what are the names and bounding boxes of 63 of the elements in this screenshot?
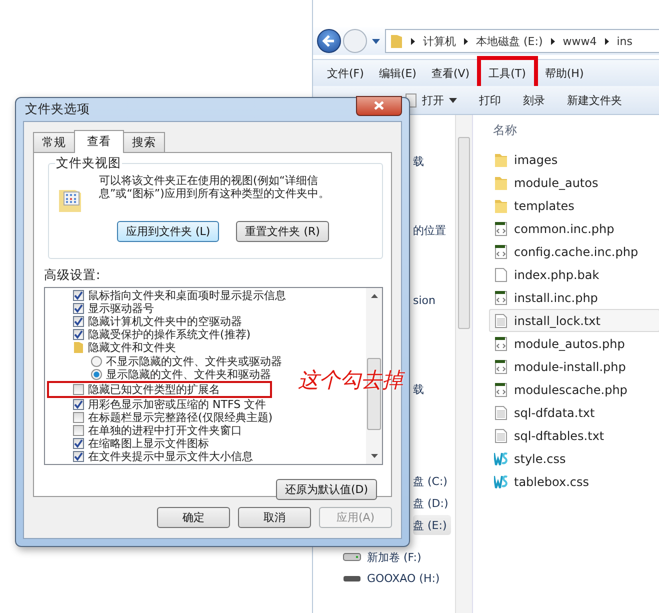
setting-label: 隐藏受保护的操作系统文件(推荐): [88, 327, 251, 342]
nav-item[interactable]: 盘 (D:): [413, 493, 452, 513]
toolbar-button[interactable]: 刻录: [523, 92, 545, 108]
nav-item[interactable]: 新加卷 (F:): [343, 547, 426, 567]
dialog-button[interactable]: 确定: [157, 507, 230, 528]
toolbar-button[interactable]: 打印: [479, 92, 501, 108]
group-title: 文件夹视图: [55, 155, 122, 172]
dialog-button[interactable]: 取消: [238, 507, 311, 528]
tab[interactable]: 查看: [74, 130, 124, 153]
column-header[interactable]: 名称: [489, 115, 659, 148]
file-row[interactable]: common.inc.php: [489, 217, 659, 240]
menu-item[interactable]: 编辑(E): [378, 64, 416, 82]
file-row[interactable]: tablebox.css: [489, 470, 659, 493]
toolbar-button[interactable]: 新建文件夹: [567, 92, 622, 108]
breadcrumb-item[interactable]: 本地磁盘 (E:): [476, 34, 543, 48]
file-row[interactable]: index.php.bak: [489, 263, 659, 286]
file-row[interactable]: sql-dftables.txt: [489, 424, 659, 447]
annotation-text: 这个勾去掉: [298, 367, 403, 394]
file-row[interactable]: config.cache.inc.php: [489, 240, 659, 263]
setting-label: 不显示隐藏的文件、文件夹或驱动器: [106, 354, 282, 368]
setting-label: 显示隐藏的文件、文件夹和驱动器: [106, 366, 271, 382]
setting-label: 鼠标指向文件夹和桌面项时显示提示信息: [88, 288, 286, 303]
file-row[interactable]: sql-dfdata.txt: [489, 401, 659, 424]
breadcrumb-item[interactable]: ins: [616, 34, 633, 48]
file-row[interactable]: module_autos.php: [489, 332, 659, 355]
file-row[interactable]: module-install.php: [489, 355, 659, 378]
nav-item[interactable]: 盘 (E:): [413, 515, 451, 535]
file-row[interactable]: modulescache.php: [489, 378, 659, 401]
setting-label: 隐藏计算机文件夹中的空驱动器: [88, 314, 242, 328]
menu-item[interactable]: 文件(F): [327, 64, 364, 82]
setting-label: 显示驱动器号: [88, 301, 154, 316]
setting-label: 在缩略图上显示文件图标: [88, 436, 209, 450]
setting-label: 隐藏文件和文件夹: [88, 340, 176, 356]
file-row[interactable]: module_autos: [489, 171, 659, 194]
nav-item[interactable]: GOOXAO (H:): [343, 568, 444, 588]
file-row[interactable]: style.css: [489, 447, 659, 470]
file-row[interactable]: install_lock.txt: [489, 309, 659, 332]
window-title: 文件夹选项: [25, 101, 90, 118]
nav-item[interactable]: sion: [413, 290, 440, 310]
file-row[interactable]: templates: [489, 194, 659, 217]
address-bar[interactable]: 计算机 本地磁盘 (E:) www4 ins: [385, 29, 659, 53]
tab[interactable]: 搜索: [123, 132, 165, 152]
menu-item[interactable]: 查看(V): [431, 64, 470, 82]
menu-item[interactable]: 帮助(H): [544, 64, 584, 82]
setting-label: 在文件夹提示中显示文件大小信息: [88, 449, 253, 464]
section-label: 高级设置:: [44, 267, 102, 284]
description-text: 可以将该文件夹正在使用的视图(例如“详细信息”或“图标”)应用到所有这种类型的文件夹中。: [99, 174, 330, 200]
file-row[interactable]: install.inc.php: [489, 286, 659, 309]
dialog-button[interactable]: 重置文件夹 (R): [236, 221, 329, 242]
nav-item[interactable]: 盘 (C:): [413, 471, 452, 491]
nav-item[interactable]: 的位置: [413, 220, 450, 240]
file-row[interactable]: images: [489, 148, 659, 171]
tab[interactable]: 常规: [33, 132, 75, 152]
breadcrumb-item[interactable]: 计算机: [423, 34, 456, 48]
setting-label: 在标题栏显示完整路径(仅限经典主题): [88, 410, 273, 424]
nav-item[interactable]: 载: [413, 379, 428, 399]
setting-label: 用彩色显示加密或压缩的 NTFS 文件: [88, 396, 266, 412]
nav-item[interactable]: 载: [413, 151, 428, 171]
setting-label: 隐藏已知文件类型的扩展名: [88, 382, 220, 397]
dialog-button[interactable]: 应用到文件夹 (L): [117, 221, 220, 242]
setting-label: 在单独的进程中打开文件夹窗口: [88, 423, 242, 438]
restore-defaults-button[interactable]: 还原为默认值(D): [276, 479, 377, 500]
breadcrumb-item[interactable]: www4: [562, 34, 597, 48]
